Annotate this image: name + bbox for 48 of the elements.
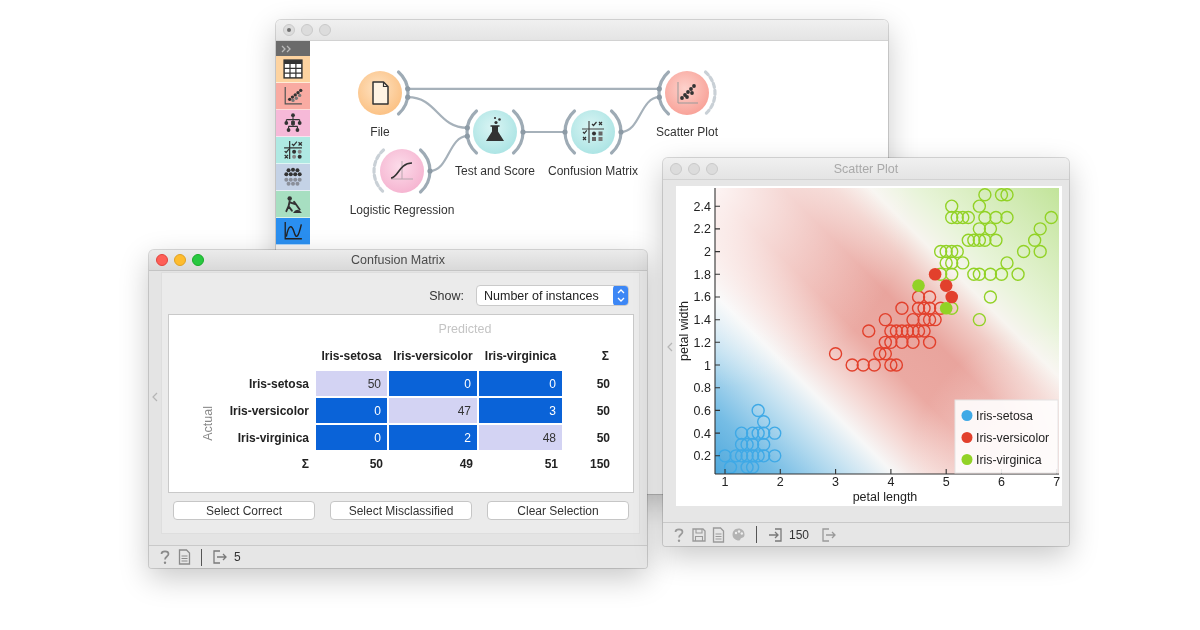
tick-label: 0.6 bbox=[693, 403, 711, 418]
tick-label: 0.8 bbox=[693, 381, 711, 396]
tick-label: 4 bbox=[887, 475, 895, 489]
tick-label: 1.6 bbox=[693, 290, 711, 305]
node-label: Test and Score bbox=[455, 163, 535, 179]
node-label: Scatter Plot bbox=[656, 124, 718, 140]
node-label: Logistic Regression bbox=[349, 202, 455, 218]
tick-label: 5 bbox=[942, 475, 950, 489]
tick-label: 1 bbox=[721, 475, 729, 489]
column-total: 51 bbox=[543, 457, 559, 471]
tick-label: 2.4 bbox=[693, 199, 711, 214]
predicted-axis-label: Predicted bbox=[437, 321, 493, 337]
column-header: Iris-setosa bbox=[320, 349, 383, 363]
column-header: Iris-virginica bbox=[483, 349, 558, 363]
column-header: Σ bbox=[600, 349, 610, 363]
row-header: Iris-virginica bbox=[236, 430, 310, 445]
tick-label: 2 bbox=[776, 475, 784, 489]
column-header: Iris-versicolor bbox=[392, 349, 474, 363]
output-count: 5 bbox=[234, 550, 241, 564]
window-title: Confusion Matrix bbox=[350, 253, 446, 267]
tick-label: 1 bbox=[704, 358, 711, 373]
column-total: 50 bbox=[368, 457, 384, 471]
input-count: 150 bbox=[789, 527, 810, 542]
row-total: 50 bbox=[595, 403, 611, 418]
grand-total: 150 bbox=[588, 457, 611, 471]
node-label: Confusion Matrix bbox=[548, 163, 638, 179]
row-header: Σ bbox=[300, 457, 310, 471]
tick-label: 0.4 bbox=[693, 426, 711, 441]
tick-label: 1.4 bbox=[693, 313, 711, 328]
tick-label: 6 bbox=[998, 475, 1005, 489]
row-total: 50 bbox=[595, 376, 611, 391]
window-title: Scatter Plot bbox=[832, 161, 900, 176]
tick-label: 1.8 bbox=[693, 267, 711, 282]
row-total: 50 bbox=[595, 430, 611, 445]
tick-label: 7 bbox=[1053, 475, 1061, 489]
row-header: Iris-versicolor bbox=[228, 403, 310, 418]
tick-label: 2 bbox=[704, 245, 711, 260]
column-total: 49 bbox=[458, 457, 474, 471]
tick-label: 0.2 bbox=[693, 449, 711, 464]
tick-label: 1.2 bbox=[693, 335, 711, 350]
node-label: File bbox=[370, 124, 390, 140]
row-header: Iris-setosa bbox=[247, 376, 310, 391]
tick-label: 3 bbox=[832, 475, 840, 489]
axis-label: petal width bbox=[677, 301, 691, 361]
show-label: Show: bbox=[429, 288, 464, 303]
actual-axis-label: Actual bbox=[201, 406, 215, 441]
tick-label: 2.2 bbox=[693, 222, 711, 237]
axis-label: petal length bbox=[852, 490, 918, 504]
